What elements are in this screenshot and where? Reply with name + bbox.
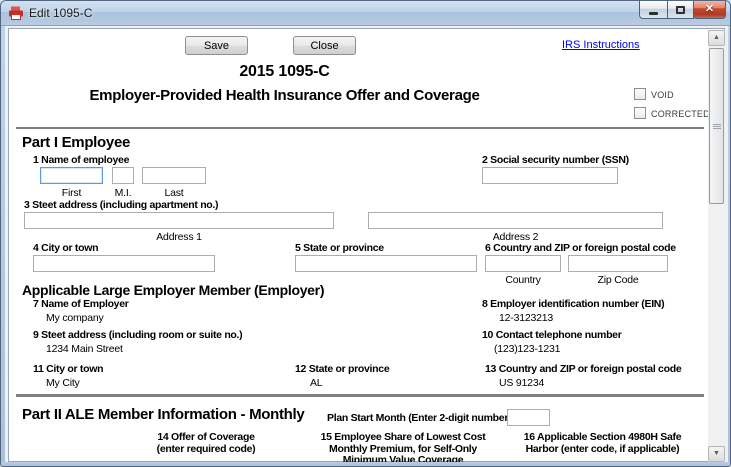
zip-sublabel: Zip Code (597, 274, 639, 286)
mi-sublabel: M.I. (114, 187, 132, 199)
city-input[interactable] (33, 255, 215, 272)
employer-heading: Applicable Large Employer Member (Employ… (22, 282, 325, 298)
first-sublabel: First (61, 187, 82, 199)
scroll-down-arrow-icon[interactable]: ▼ (708, 446, 725, 462)
plan-start-month-label: Plan Start Month (Enter 2-digit number:) (327, 412, 515, 424)
form-year-title: 2015 1095-C (239, 63, 330, 80)
field2-label: 2 Social security number (SSN) (482, 154, 629, 166)
column16-line1: 16 Applicable Section 4980H Safe (523, 431, 682, 443)
country-sublabel: Country (505, 274, 541, 286)
edit-1095c-window: Edit 1095-C ✕ Save Close IRS Instruction… (0, 0, 731, 467)
plan-start-month-input[interactable] (507, 409, 550, 426)
field12-label: 12 State or province (295, 363, 390, 375)
void-label: VOID (651, 90, 674, 100)
field7-label: 7 Name of Employer (33, 298, 129, 310)
scrollbar-grip-icon (712, 123, 721, 129)
first-name-input[interactable] (40, 167, 103, 184)
field8-label: 8 Employer identification number (EIN) (482, 298, 665, 310)
column14-header: 14 Offer of Coverage (enter required cod… (121, 431, 291, 455)
column14-line2: (enter required code) (156, 442, 256, 455)
part2-heading: Part II ALE Member Information - Monthly (22, 406, 305, 423)
scroll-up-arrow-icon[interactable]: ▲ (708, 30, 725, 46)
divider (16, 394, 704, 397)
part1-heading: Part I Employee (22, 134, 131, 151)
field12-value: AL (310, 377, 323, 389)
field11-value: My City (46, 377, 80, 389)
column15-header: 15 Employee Share of Lowest Cost Monthly… (313, 431, 493, 462)
field4-label: 4 City or town (33, 242, 99, 254)
middle-initial-input[interactable] (112, 167, 134, 184)
last-sublabel: Last (164, 187, 184, 199)
state-input[interactable] (295, 255, 477, 272)
divider (16, 127, 704, 129)
corrected-label: CORRECTED (651, 109, 710, 119)
address2-input[interactable] (368, 212, 663, 229)
field8-value: 12-3123213 (499, 312, 554, 324)
window-bottom-frame (1, 462, 730, 466)
column16-line2: Harbor (enter code, if applicable) (525, 442, 680, 455)
column16-header: 16 Applicable Section 4980H Safe Harbor … (510, 431, 695, 455)
ssn-input[interactable] (482, 167, 618, 184)
field10-label: 10 Contact telephone number (482, 329, 622, 341)
field13-value: US 91234 (499, 377, 545, 389)
field9-value: 1234 Main Street (46, 343, 123, 355)
save-button[interactable]: Save (185, 36, 248, 55)
vertical-scrollbar[interactable]: ▲ ▼ (708, 30, 725, 462)
column14-line1: 14 Offer of Coverage (157, 431, 255, 443)
scrollbar-thumb[interactable] (709, 48, 724, 204)
irs-instructions-link[interactable]: IRS Instructions (562, 39, 640, 51)
address1-input[interactable] (24, 212, 334, 229)
field3-label: 3 Steet address (including apartment no.… (24, 199, 219, 211)
last-name-input[interactable] (142, 167, 206, 184)
field7-value: My company (46, 312, 104, 324)
void-checkbox[interactable] (634, 88, 646, 100)
field13-label: 13 Country and ZIP or foreign postal cod… (485, 363, 682, 375)
column15-line3: Minimum Value Coverage (342, 454, 464, 462)
column15-line1: 15 Employee Share of Lowest Cost (320, 431, 486, 443)
country-input[interactable] (485, 255, 561, 272)
field1-label: 1 Name of employee (33, 154, 130, 166)
field6-label: 6 Country and ZIP or foreign postal code (485, 242, 676, 254)
corrected-checkbox[interactable] (634, 107, 646, 119)
field11-label: 11 City or town (33, 363, 104, 375)
close-button[interactable]: Close (293, 36, 356, 55)
zip-input[interactable] (568, 255, 668, 272)
form-content: Save Close IRS Instructions 2015 1095-C … (2, 2, 730, 462)
field10-value: (123)123-1231 (494, 343, 561, 355)
field9-label: 9 Steet address (including room or suite… (33, 329, 243, 341)
form-subtitle: Employer-Provided Health Insurance Offer… (89, 87, 480, 104)
field5-label: 5 State or province (295, 242, 384, 254)
